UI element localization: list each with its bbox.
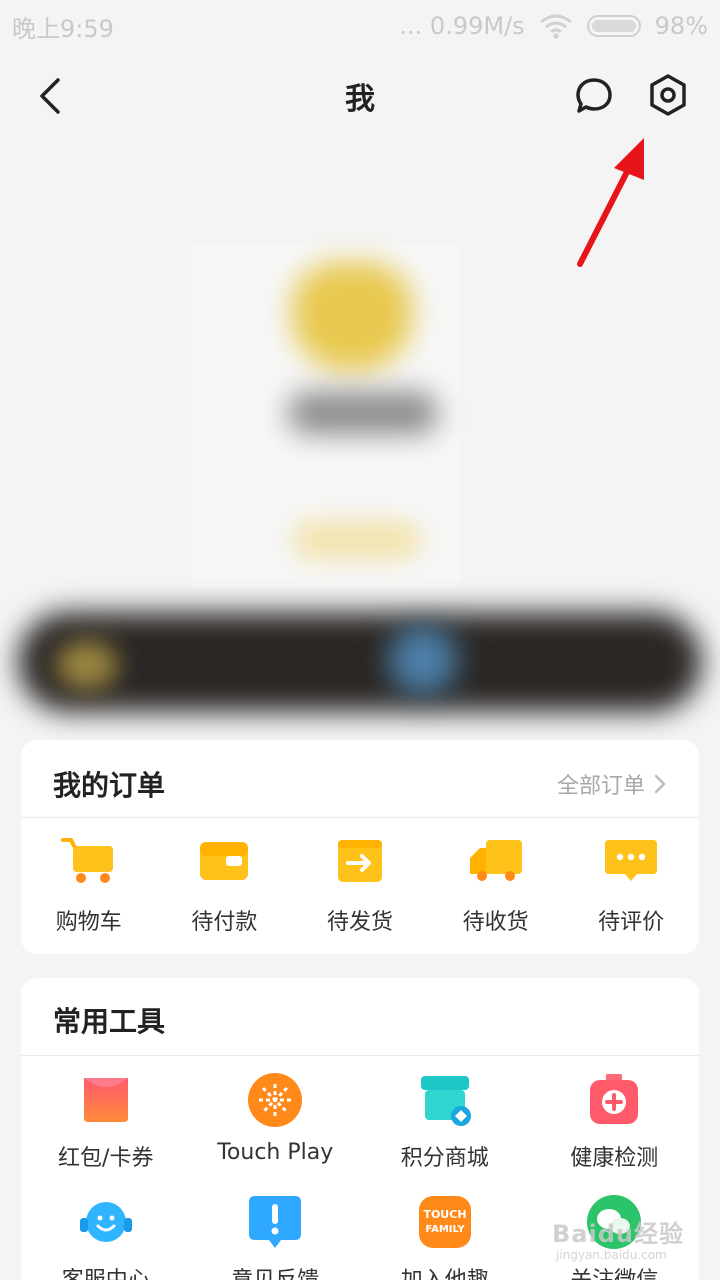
baidu-watermark-url: jingyan.baidu.com bbox=[556, 1248, 667, 1262]
comment-dots-icon bbox=[605, 840, 658, 881]
orders-title: 我的订单 bbox=[53, 769, 166, 802]
order-label-pending-payment: 待付款 bbox=[191, 910, 258, 935]
red-arrow-annotation bbox=[577, 138, 644, 267]
network-speed: ... 0.99M/s bbox=[399, 12, 525, 40]
profile-section-blurred bbox=[192, 244, 460, 588]
status-bar: 晚上9:59 ... 0.99M/s 98% bbox=[0, 0, 720, 52]
red-packet-icon bbox=[83, 1078, 128, 1122]
status-right: ... 0.99M/s 98% bbox=[399, 12, 708, 40]
wifi-icon bbox=[539, 14, 572, 39]
box-arrow-icon bbox=[337, 840, 382, 882]
truck-icon bbox=[469, 840, 522, 881]
order-item-pending-payment[interactable]: 待付款 bbox=[157, 830, 293, 936]
customer-service-icon bbox=[79, 1202, 132, 1242]
orders-header: 我的订单 全部订单 bbox=[21, 740, 699, 818]
tool-item-touch-play[interactable]: Touch Play bbox=[191, 1072, 361, 1172]
vip-banner-blurred[interactable] bbox=[18, 612, 702, 712]
battery-icon bbox=[586, 15, 641, 37]
status-time: 晚上9:59 bbox=[12, 14, 114, 43]
order-item-pending-review[interactable]: 待评价 bbox=[563, 830, 699, 936]
chevron-right-icon bbox=[654, 774, 666, 794]
tool-item-points-store[interactable]: 积分商城 bbox=[360, 1072, 530, 1172]
message-icon[interactable] bbox=[572, 74, 616, 118]
nav-bar: 我 bbox=[0, 52, 720, 140]
tool-item-customer-service[interactable]: 客服中心 bbox=[21, 1194, 191, 1280]
tool-label-points-store: 积分商城 bbox=[400, 1146, 489, 1171]
order-item-cart[interactable]: 购物车 bbox=[21, 830, 157, 936]
tool-label-feedback: 意见反馈 bbox=[231, 1262, 319, 1280]
banner-icon-right-blurred bbox=[388, 625, 458, 695]
battery-level: 98% bbox=[654, 12, 708, 40]
health-kit-icon bbox=[590, 1074, 639, 1124]
touch-family-word-1: TOUCH bbox=[423, 1208, 466, 1221]
tool-item-feedback[interactable]: 意见反馈 bbox=[191, 1194, 361, 1280]
tool-item-red-packet[interactable]: 红包/卡券 bbox=[21, 1072, 191, 1172]
orders-card: 我的订单 全部订单 购物车 待付款 待发货 待收货 待评价 bbox=[21, 740, 699, 954]
tools-header: 常用工具 bbox=[21, 978, 699, 1056]
order-label-pending-receipt: 待收货 bbox=[462, 910, 529, 935]
tool-item-health-check[interactable]: 健康检测 bbox=[530, 1072, 700, 1172]
order-label-pending-review: 待评价 bbox=[598, 910, 665, 935]
tool-label-health-check: 健康检测 bbox=[570, 1146, 659, 1171]
banner-icon-left-blurred bbox=[56, 640, 118, 690]
avatar[interactable] bbox=[292, 262, 412, 372]
points-store-icon bbox=[420, 1076, 471, 1126]
order-item-pending-receipt[interactable]: 待收货 bbox=[428, 830, 564, 936]
tools-title: 常用工具 bbox=[53, 1005, 166, 1038]
wallet-icon bbox=[200, 842, 249, 880]
tool-label-red-packet: 红包/卡券 bbox=[58, 1146, 154, 1171]
cart-icon bbox=[60, 838, 113, 883]
tool-label-customer-service: 客服中心 bbox=[62, 1262, 150, 1280]
member-badge-blurred[interactable] bbox=[292, 520, 422, 560]
tool-label-follow-wechat: 关注微信 bbox=[570, 1262, 658, 1280]
username-blurred bbox=[288, 392, 438, 434]
order-status-grid: 购物车 待付款 待发货 待收货 待评价 bbox=[21, 830, 699, 936]
tool-label-join-family: 加入他趣 bbox=[401, 1262, 489, 1280]
baidu-watermark: Baidu经验 bbox=[552, 1220, 684, 1248]
all-orders-link[interactable]: 全部订单 bbox=[557, 768, 667, 800]
order-label-cart: 购物车 bbox=[55, 910, 122, 935]
order-item-pending-shipment[interactable]: 待发货 bbox=[292, 830, 428, 936]
touch-play-icon bbox=[248, 1073, 303, 1127]
tool-label-touch-play: Touch Play bbox=[217, 1140, 334, 1165]
tool-item-join-family[interactable]: TOUCH FAMILY 加入他趣 bbox=[360, 1194, 530, 1280]
feedback-icon bbox=[249, 1196, 302, 1248]
all-orders-label: 全部订单 bbox=[556, 774, 645, 799]
touch-family-word-2: FAMILY bbox=[425, 1224, 465, 1235]
order-label-pending-shipment: 待发货 bbox=[326, 910, 393, 935]
settings-hex-icon[interactable] bbox=[645, 72, 691, 118]
touch-family-icon: TOUCH FAMILY bbox=[418, 1196, 471, 1248]
